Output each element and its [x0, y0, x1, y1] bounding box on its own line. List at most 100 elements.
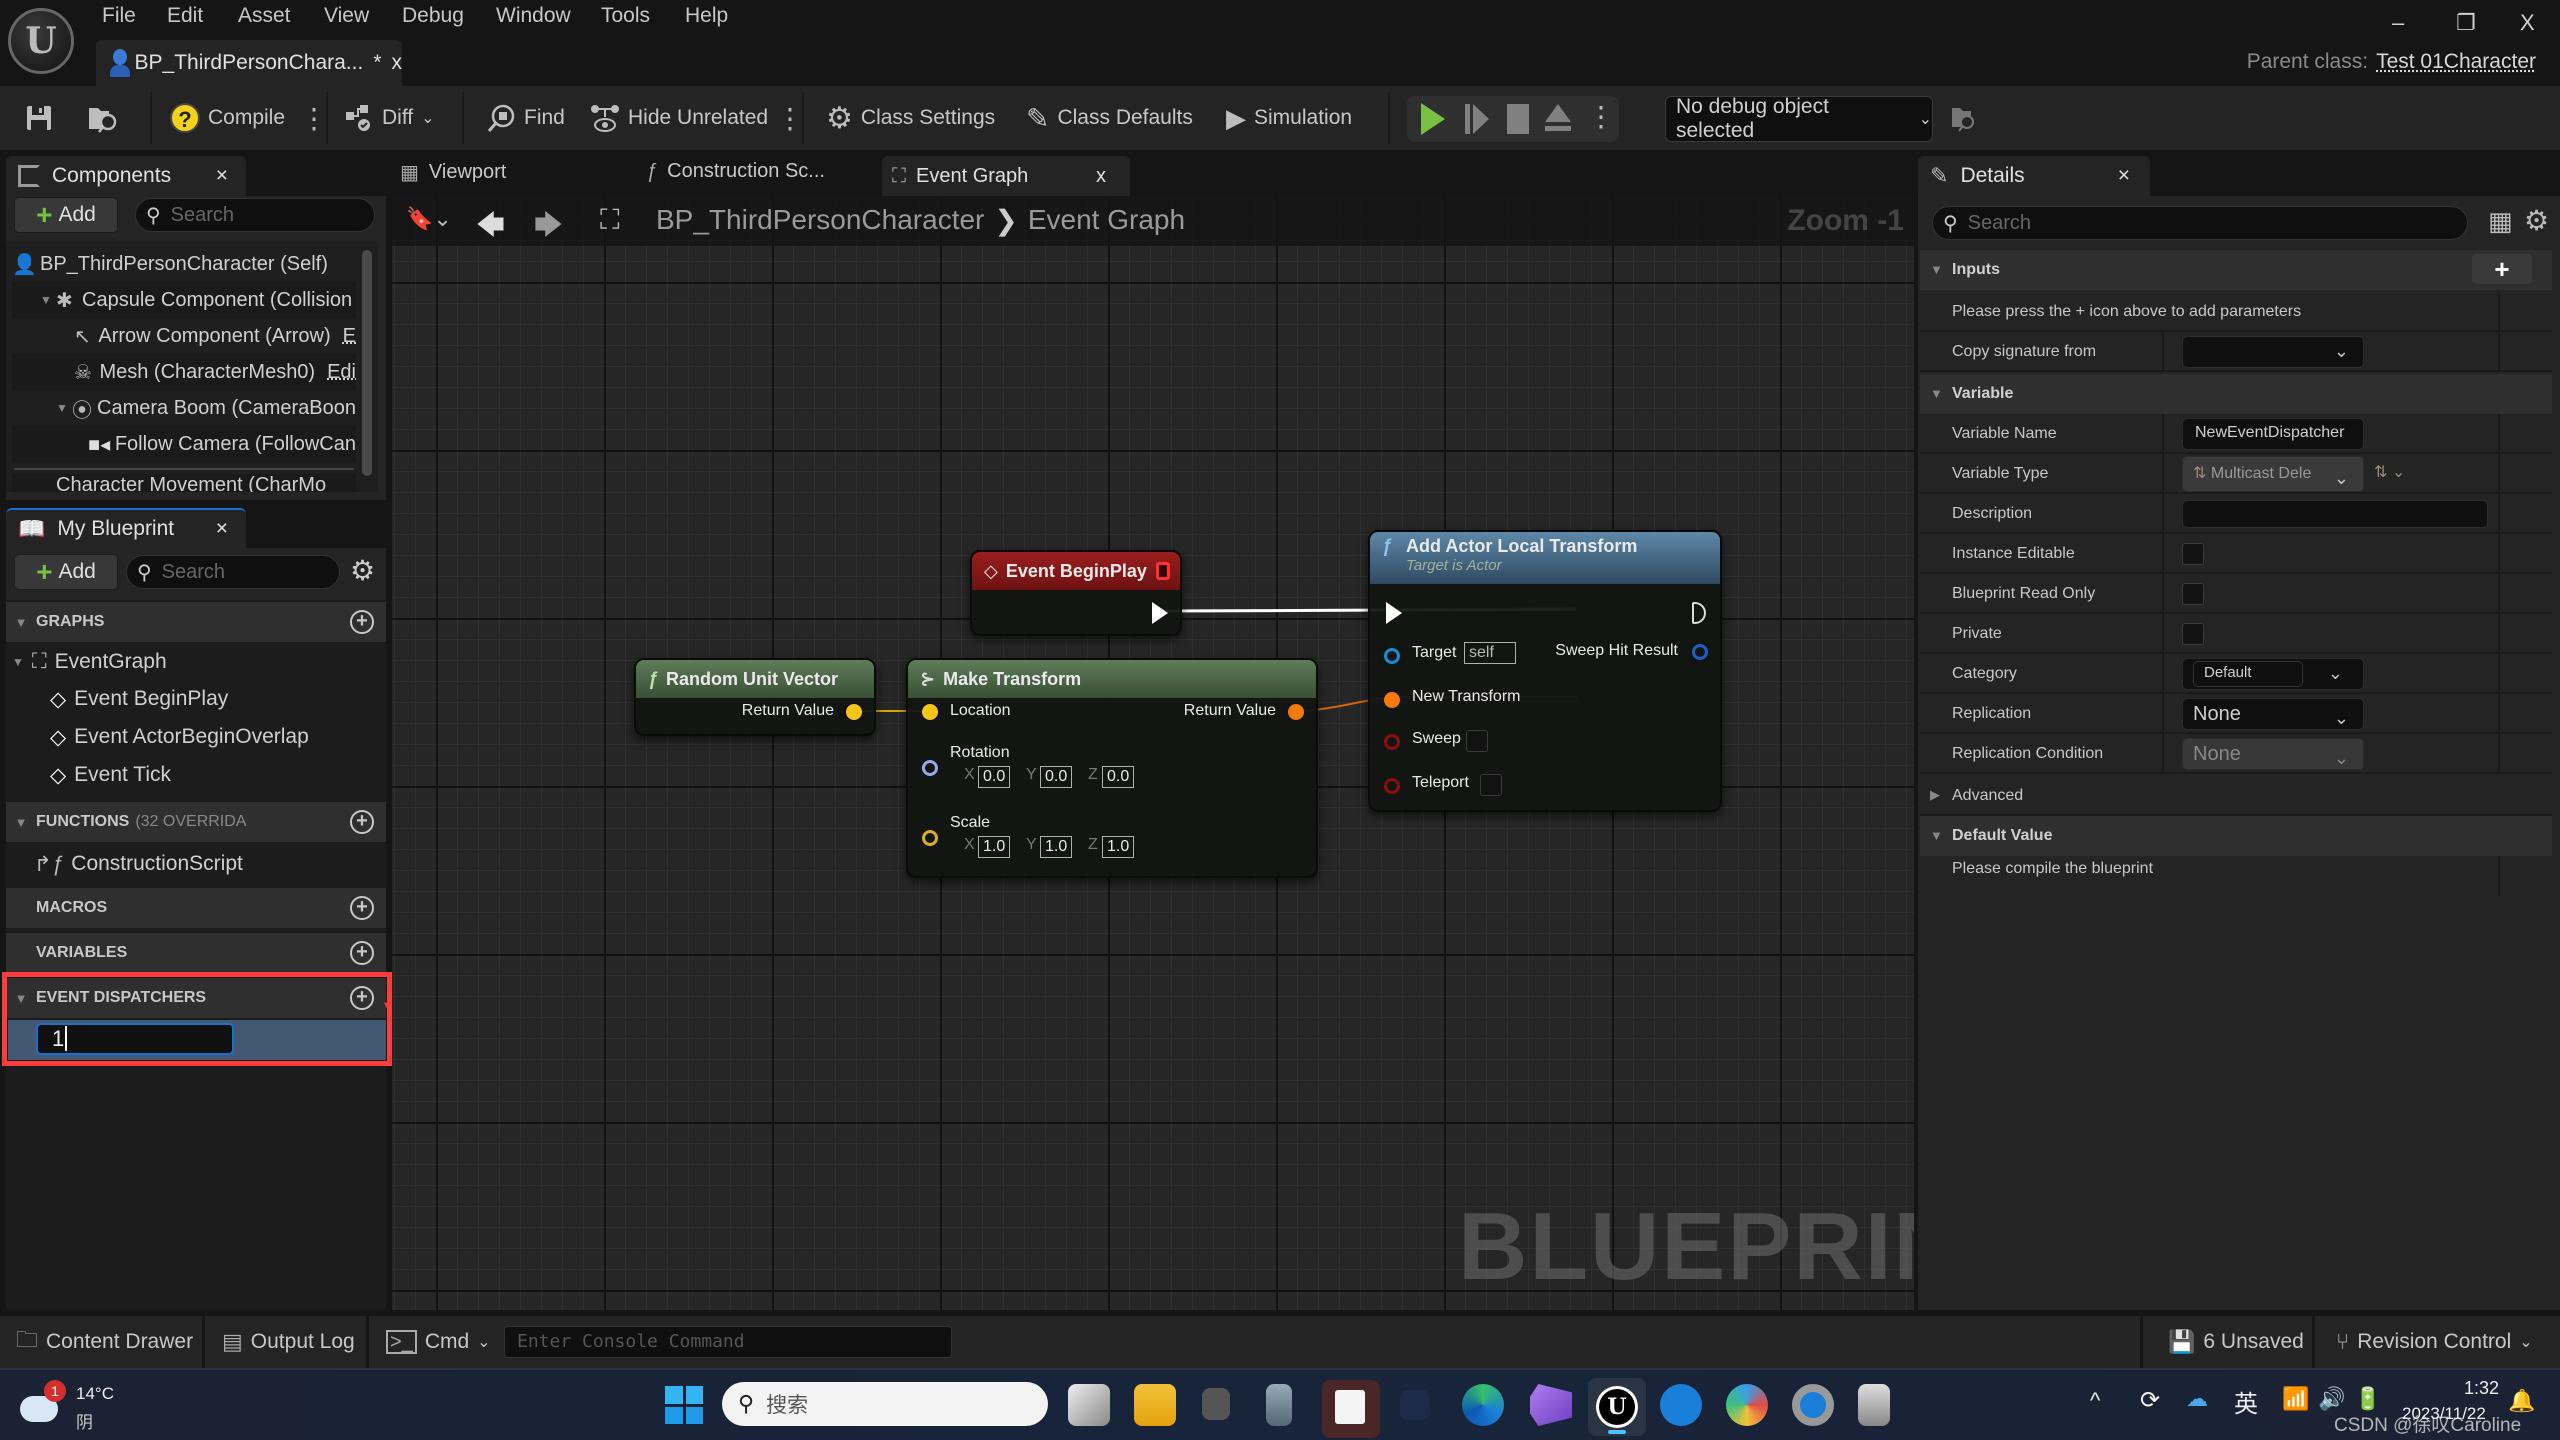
stop-button[interactable]	[1507, 104, 1529, 134]
rotation-x-input[interactable]: 0.0	[978, 766, 1011, 788]
parent-class-link[interactable]: Test 01Character	[2376, 50, 2536, 73]
breadcrumb-root[interactable]: BP_ThirdPersonCharacter	[656, 204, 984, 237]
visual-studio-icon[interactable]	[1530, 1384, 1572, 1426]
rotation-in-pin[interactable]	[922, 760, 938, 776]
menu-window[interactable]: Window	[496, 4, 571, 28]
ime-indicator[interactable]: 英	[2234, 1384, 2258, 1419]
location-in-pin[interactable]	[922, 704, 938, 720]
back-arrow-icon[interactable]: 🡄	[476, 204, 505, 252]
add-function-button[interactable]: +	[350, 810, 374, 834]
teleport-checkbox[interactable]	[1480, 774, 1502, 796]
show-hidden-icons-chevron-icon[interactable]: ^	[2090, 1388, 2100, 1414]
collapse-arrow-icon[interactable]: ▼	[40, 293, 56, 307]
details-section-advanced[interactable]: ▶ Advanced	[1920, 776, 2552, 816]
collapse-arrow-icon[interactable]: ▼	[56, 401, 72, 415]
add-macro-button[interactable]: +	[350, 896, 374, 920]
play-options-button[interactable]: ⋮	[1587, 100, 1615, 133]
my-blueprint-close-button[interactable]: ×	[216, 517, 228, 541]
copy-signature-dropdown[interactable]: ⌄	[2182, 336, 2364, 368]
function-item-constructionscript[interactable]: ↱ƒ ConstructionScript	[34, 845, 243, 883]
components-scrollbar[interactable]	[362, 250, 372, 476]
edit-link[interactable]: E	[343, 325, 356, 348]
menu-edit[interactable]: Edit	[167, 4, 203, 28]
section-functions[interactable]: ▼ FUNCTIONS (32 OVERRIDA +	[6, 802, 386, 842]
new-transform-in-pin[interactable]	[1384, 692, 1400, 708]
unreal-logo-icon[interactable]: U	[8, 8, 74, 74]
advance-frame-button[interactable]	[1465, 104, 1491, 134]
components-close-button[interactable]: ×	[216, 164, 228, 188]
tab-event-graph[interactable]: ⛶ Event Graph x	[882, 156, 1130, 196]
section-graphs[interactable]: ▼ GRAPHS +	[6, 602, 386, 642]
replication-condition-dropdown[interactable]: None ⌄	[2182, 738, 2364, 770]
eject-button[interactable]	[1545, 104, 1571, 134]
scale-z-input[interactable]: 1.0	[1102, 836, 1135, 858]
wifi-icon[interactable]: 📶	[2282, 1386, 2309, 1412]
simulation-button[interactable]: ▶ Simulation	[1226, 86, 1352, 150]
components-tab[interactable]: Components ×	[6, 156, 246, 196]
tree-item-follow-camera[interactable]: ■◂ Follow Camera (FollowCan	[12, 426, 356, 462]
replication-dropdown[interactable]: None ⌄	[2182, 698, 2364, 730]
scale-x-input[interactable]: 1.0	[978, 836, 1011, 858]
battery-icon[interactable]: 🔋	[2354, 1386, 2381, 1412]
details-section-variable[interactable]: ▼ Variable	[1920, 374, 2552, 414]
menu-help[interactable]: Help	[685, 4, 728, 28]
scale-in-pin[interactable]	[922, 830, 938, 846]
tab-construction-script[interactable]: ƒ Construction Sc...	[646, 160, 825, 183]
exec-in-pin[interactable]	[1386, 602, 1402, 624]
exec-out-pin[interactable]	[1152, 602, 1168, 624]
components-search-input[interactable]: ⚲ Search	[135, 198, 375, 232]
transform-out-pin[interactable]	[1288, 704, 1304, 720]
tree-item-arrow[interactable]: ↖ Arrow Component (Arrow) E	[12, 318, 356, 354]
graph-item-eventgraph[interactable]: ▼ ⛶ EventGraph	[12, 643, 167, 681]
cmd-dropdown[interactable]: >_ Cmd ⌄	[386, 1316, 491, 1368]
compile-button[interactable]: ? Compile	[170, 86, 285, 150]
app-icon[interactable]	[1266, 1384, 1292, 1426]
details-search-input[interactable]: ⚲ Search	[1932, 206, 2468, 240]
snipping-tool-icon[interactable]	[1322, 1380, 1380, 1438]
find-button[interactable]: Find	[486, 86, 565, 150]
node-add-actor-local-transform[interactable]: ƒ Add Actor Local Transform Target is Ac…	[1368, 530, 1722, 812]
play-button[interactable]	[1421, 103, 1445, 135]
class-defaults-button[interactable]: ✎ Class Defaults	[1026, 86, 1193, 150]
container-type-dropdown[interactable]: ⇅ ⌄	[2374, 462, 2405, 482]
sweep-in-pin[interactable]	[1384, 734, 1400, 750]
compile-options-button[interactable]: ⋮	[300, 86, 328, 150]
restore-button[interactable]: ❐	[2456, 10, 2476, 36]
start-button[interactable]	[665, 1386, 703, 1424]
add-input-button[interactable]: +	[2472, 254, 2532, 284]
menu-tools[interactable]: Tools	[601, 4, 650, 28]
scale-y-input[interactable]: 1.0	[1040, 836, 1073, 858]
network-app-icon[interactable]	[1858, 1384, 1890, 1426]
category-input[interactable]: Default	[2193, 661, 2303, 687]
details-section-default-value[interactable]: ▼ Default Value	[1920, 816, 2552, 856]
sync-icon[interactable]: ⟳	[2140, 1386, 2160, 1415]
node-make-transform[interactable]: ⊱ Make Transform Location Return Value R…	[906, 658, 1318, 878]
document-tab[interactable]: BP_ThirdPersonChara... * x	[96, 40, 402, 86]
tree-item-capsule[interactable]: ▼ ✱ Capsule Component (Collision	[12, 282, 356, 318]
variable-name-input[interactable]: NewEventDispatcher	[2182, 418, 2364, 450]
browse-button[interactable]	[86, 86, 120, 150]
menu-file[interactable]: File	[102, 4, 136, 28]
edge-browser-icon[interactable]	[1462, 1384, 1504, 1426]
weather-widget[interactable]: 1 14°C 阴	[20, 1380, 170, 1432]
sweep-hit-result-out-pin[interactable]	[1692, 644, 1708, 660]
debug-object-dropdown[interactable]: No debug object selected ⌄	[1665, 95, 1933, 142]
console-command-input[interactable]: Enter Console Command	[504, 1326, 952, 1358]
tree-item-mesh[interactable]: ☠ Mesh (CharacterMesh0) Edi	[12, 354, 356, 390]
table-view-icon[interactable]: ▦	[2488, 206, 2513, 237]
teleport-in-pin[interactable]	[1384, 778, 1400, 794]
bookmark-icon[interactable]: 🔖⌄	[406, 206, 452, 232]
save-button[interactable]	[24, 86, 54, 150]
blueprint-read-only-checkbox[interactable]	[2182, 583, 2204, 605]
settings-icon[interactable]	[1792, 1384, 1834, 1426]
details-section-inputs[interactable]: ▼ Inputs +	[1920, 250, 2552, 290]
rotation-z-input[interactable]: 0.0	[1102, 766, 1135, 788]
forward-arrow-icon[interactable]: 🡆	[534, 204, 563, 252]
hide-unrelated-button[interactable]: Hide Unrelated	[590, 86, 768, 150]
output-log-button[interactable]: ▤ Output Log	[222, 1316, 355, 1368]
tree-item-self[interactable]: 👤 BP_ThirdPersonCharacter (Self)	[12, 246, 356, 282]
cloud-info-icon[interactable]: ☁	[2186, 1386, 2208, 1412]
taskbar-search-input[interactable]: ⚲ 搜索	[722, 1382, 1048, 1426]
menu-asset[interactable]: Asset	[238, 4, 291, 28]
class-settings-button[interactable]: ⚙ Class Settings	[826, 86, 995, 150]
